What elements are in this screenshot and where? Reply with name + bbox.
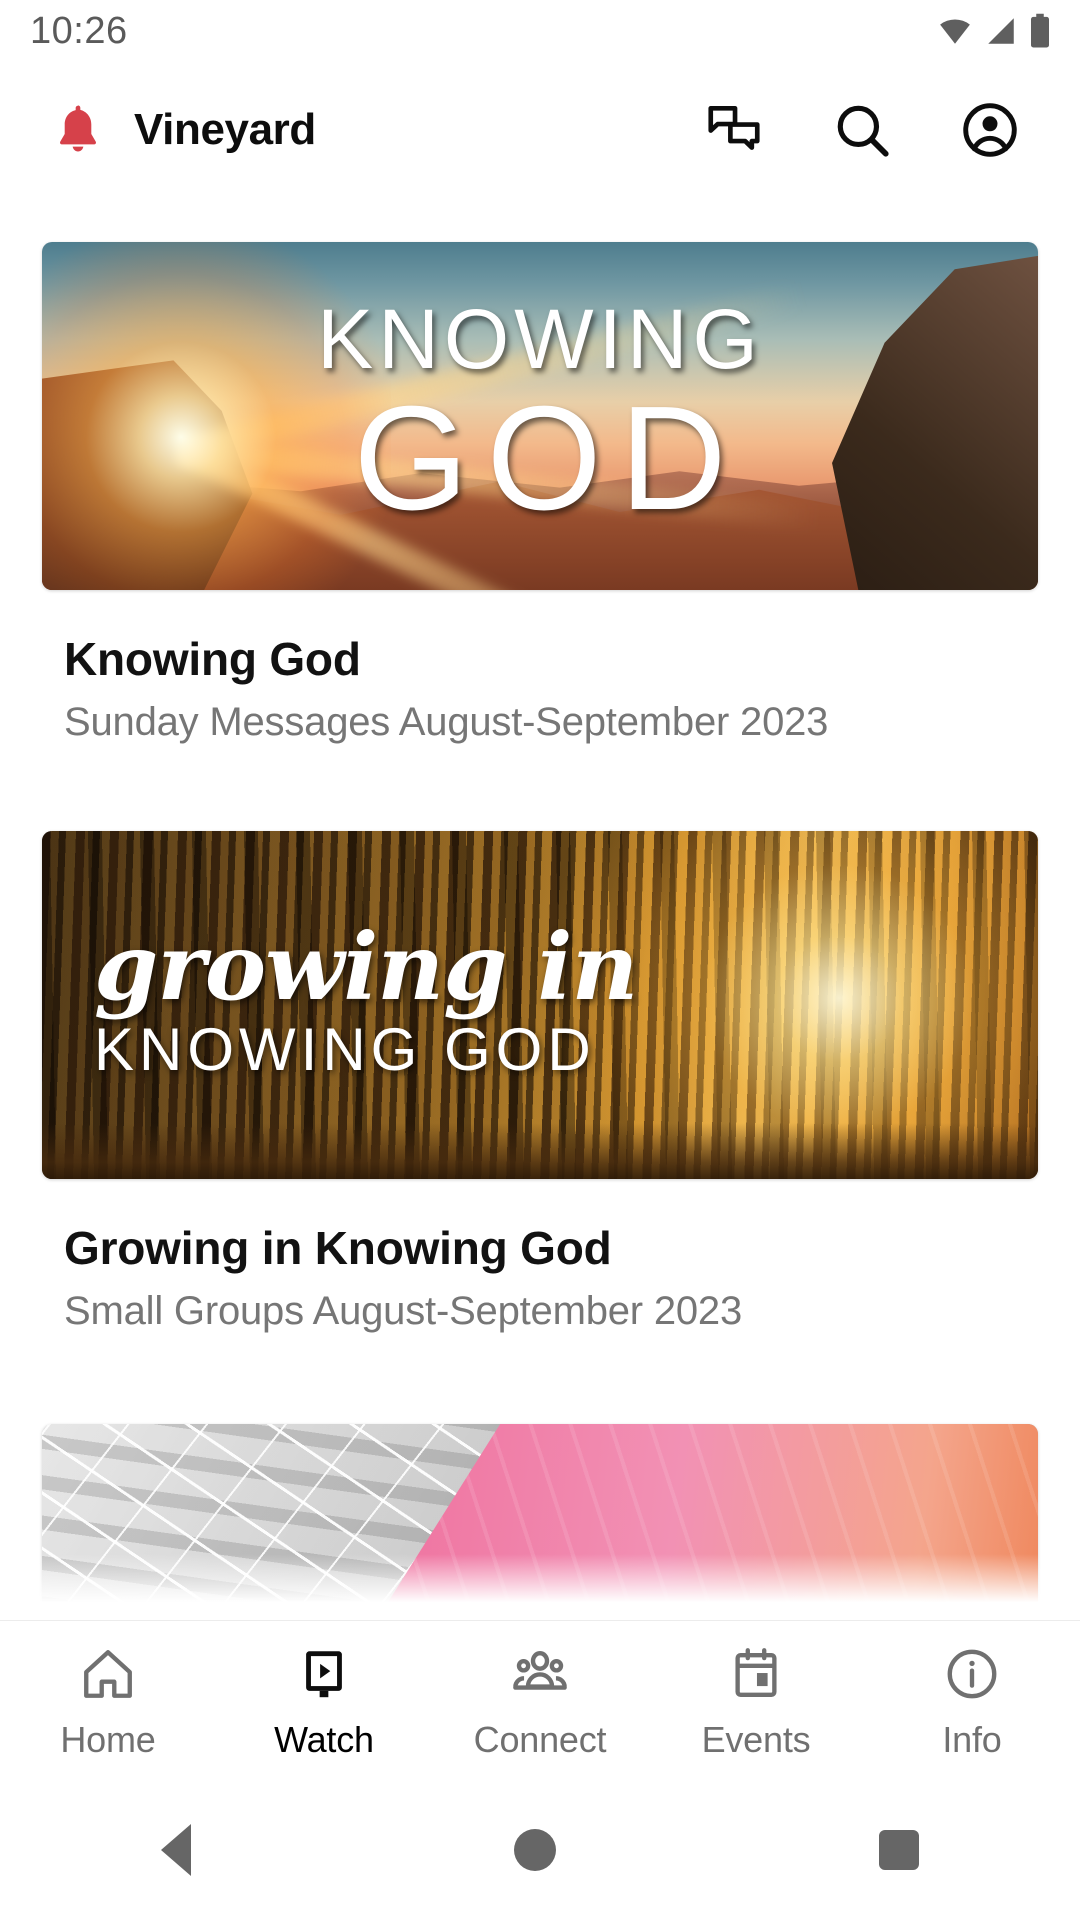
calendar-icon xyxy=(735,1648,777,1697)
series-card[interactable]: growing in KNOWING GOD Growing in Knowin… xyxy=(0,831,1080,1334)
scroll-fade-overlay xyxy=(0,1554,1080,1616)
brand: Vineyard xyxy=(50,100,316,160)
status-bar-icons xyxy=(936,13,1052,49)
nav-item-watch[interactable]: Watch xyxy=(216,1645,432,1761)
status-bar-clock: 10:26 xyxy=(30,9,128,52)
nav-label: Connect xyxy=(473,1719,607,1760)
series-title: Knowing God xyxy=(64,633,361,685)
bottom-navigation: Home Watch Connect Events Info xyxy=(0,1620,1080,1780)
app-bar: Vineyard xyxy=(0,78,1080,182)
series-list[interactable]: KNOWING GOD Knowing God Sunday Messages … xyxy=(0,182,1080,1616)
mountain-sunrise-image: KNOWING GOD xyxy=(42,242,1038,590)
wifi-icon xyxy=(940,19,970,44)
search-icon xyxy=(837,105,889,157)
chat-icon xyxy=(708,105,760,150)
app-title: Vineyard xyxy=(134,105,316,154)
back-button[interactable] xyxy=(161,1824,192,1876)
system-navigation-bar xyxy=(0,1780,1080,1920)
nav-label: Info xyxy=(942,1719,1002,1760)
artwork-overlay-text: growing in KNOWING GOD xyxy=(94,913,638,1084)
artwork-line-2: KNOWING GOD xyxy=(94,1015,596,1083)
bell-icon xyxy=(60,105,96,152)
series-title: Growing in Knowing God xyxy=(64,1222,612,1274)
people-icon xyxy=(513,1651,567,1690)
nav-label: Home xyxy=(60,1719,156,1760)
watch-icon xyxy=(306,1651,342,1698)
nav-label: Events xyxy=(701,1719,811,1760)
series-artwork[interactable]: growing in KNOWING GOD xyxy=(42,831,1038,1179)
forest-floor xyxy=(42,1123,1038,1179)
nav-item-connect[interactable]: Connect xyxy=(432,1645,648,1761)
account-button[interactable] xyxy=(958,98,1022,162)
account-icon xyxy=(963,103,1017,157)
app-bar-actions xyxy=(702,98,1040,162)
battery-icon xyxy=(1031,13,1049,48)
app-screen: 10:26 Vineyard KNOWING GOD Knowing God S… xyxy=(0,0,1080,1920)
sun-glow xyxy=(42,242,392,590)
series-card[interactable]: KNOWING GOD Knowing God Sunday Messages … xyxy=(0,242,1080,745)
home-button[interactable] xyxy=(513,1829,556,1871)
nav-item-home[interactable]: Home xyxy=(0,1645,216,1761)
series-artwork[interactable]: KNOWING GOD xyxy=(42,242,1038,590)
info-icon xyxy=(947,1649,997,1699)
home-icon xyxy=(84,1650,132,1698)
nav-label: Watch xyxy=(274,1719,374,1760)
recents-button[interactable] xyxy=(878,1830,919,1870)
nav-item-info[interactable]: Info xyxy=(864,1645,1080,1761)
series-subtitle: Small Groups August-September 2023 xyxy=(64,1289,743,1333)
chat-button[interactable] xyxy=(702,98,766,162)
artwork-line-1: growing in xyxy=(94,913,638,1022)
series-subtitle: Sunday Messages August-September 2023 xyxy=(64,700,829,744)
status-bar: 10:26 xyxy=(0,0,1080,62)
search-button[interactable] xyxy=(830,98,894,162)
redwood-forest-image: growing in KNOWING GOD xyxy=(42,831,1038,1179)
cellular-signal-icon xyxy=(988,18,1014,44)
right-cliff-shape xyxy=(832,255,1038,590)
nav-item-events[interactable]: Events xyxy=(648,1645,864,1761)
